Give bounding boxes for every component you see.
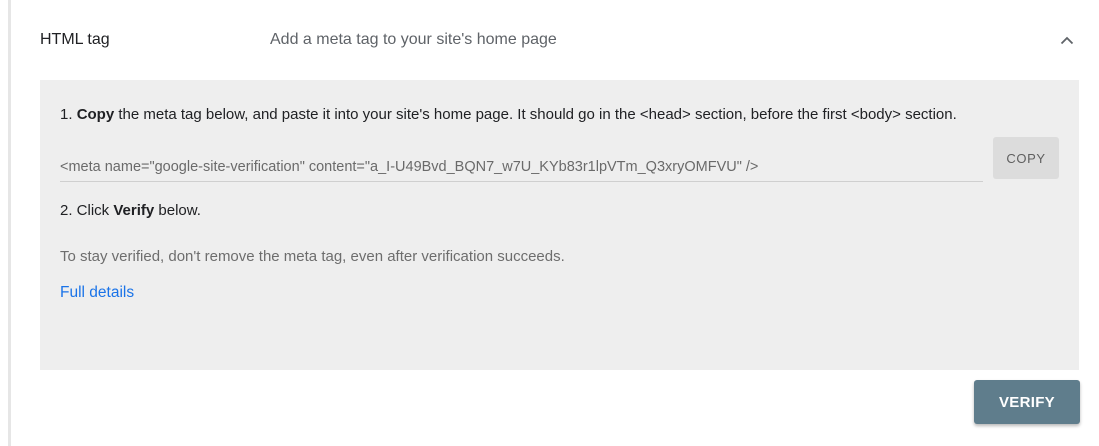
method-title: HTML tag: [40, 31, 110, 48]
full-details-link[interactable]: Full details: [60, 284, 134, 302]
step-2-text: 2. Click Verify below.: [60, 202, 201, 219]
meta-tag-field[interactable]: <meta name="google-site-verification" co…: [60, 148, 984, 182]
method-header[interactable]: HTML tag Add a meta tag to your site's h…: [40, 0, 1079, 80]
verification-method-card: HTML tag Add a meta tag to your site's h…: [0, 0, 1099, 446]
step-1-text: 1. Copy the meta tag below, and paste it…: [60, 106, 957, 123]
left-border: [8, 0, 11, 446]
chevron-up-icon[interactable]: [1055, 28, 1079, 52]
method-description: Add a meta tag to your site's home page: [270, 31, 557, 48]
verify-button[interactable]: VERIFY: [974, 380, 1080, 424]
stay-verified-note: To stay verified, don't remove the meta …: [60, 248, 565, 265]
verify-emphasis: Verify: [113, 202, 155, 219]
copy-emphasis: Copy: [76, 106, 115, 123]
instructions-panel: 1. Copy the meta tag below, and paste it…: [40, 80, 1079, 370]
meta-tag-row: <meta name="google-site-verification" co…: [60, 137, 1059, 182]
copy-button[interactable]: COPY: [993, 137, 1059, 179]
